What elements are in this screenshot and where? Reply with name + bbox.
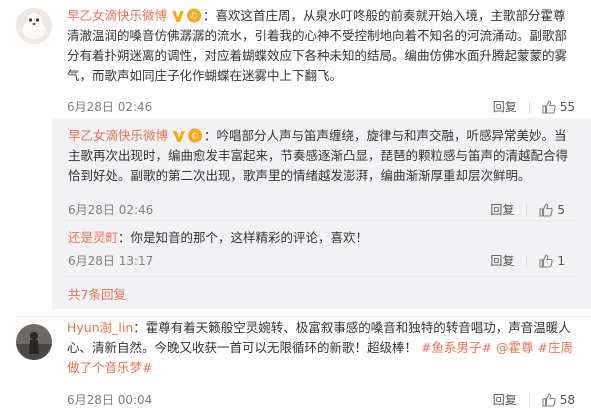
reply-time: 6月28日 02:46 [68, 203, 154, 217]
username-link[interactable]: Hyun澍_lin [67, 320, 133, 335]
like-button[interactable]: 55 [542, 100, 575, 114]
comment-text: Hyun澍_lin：霍尊有着天籁般空灵婉转、极富叙事感的嗓音和独特的转音唱功，声… [67, 318, 577, 378]
comment-divider [16, 316, 591, 317]
username-link[interactable]: 早乙女滴快乐微博 [67, 8, 167, 23]
comment-actions: 回复 58 [493, 391, 575, 408]
reply-body: ：你是知音的那个，这样精彩的评论，喜欢！ [118, 230, 369, 245]
avatar[interactable] [16, 324, 52, 360]
like-button[interactable]: 5 [539, 203, 565, 217]
reply-time: 6月28日 13:17 [68, 254, 154, 268]
reply-button[interactable]: 回复 [490, 252, 514, 269]
action-divider [526, 254, 528, 267]
like-count: 55 [559, 99, 575, 114]
like-count: 5 [557, 202, 565, 217]
thumbs-up-icon [542, 393, 556, 407]
thumbs-up-icon [542, 100, 556, 114]
reply-item: 早乙女滴快乐微博 © ：吟唱部分人声与笛声缠绕，旋律与和声交融，听感异常美妙。当… [0, 118, 591, 218]
reply-button[interactable]: 回复 [493, 98, 517, 115]
hashtag-link[interactable]: #鱼系男子# [421, 340, 492, 355]
reply-button[interactable]: 回复 [493, 391, 517, 408]
avatar-image [16, 324, 52, 360]
like-count: 58 [559, 392, 575, 407]
like-button[interactable]: 58 [542, 393, 575, 407]
comment-time: 6月28日 02:46 [67, 100, 153, 114]
reply-divider [64, 276, 579, 277]
action-divider [528, 100, 530, 113]
comment-item: Hyun澍_lin：霍尊有着天籁般空灵婉转、极富叙事感的嗓音和独特的转音唱功，声… [0, 318, 591, 418]
like-count: 1 [557, 253, 565, 268]
more-replies-link[interactable]: 共7条回复 [68, 284, 126, 303]
action-divider [526, 203, 528, 216]
vip-badge-icon: © [172, 8, 201, 23]
mention-link[interactable]: @霍尊 [496, 340, 534, 355]
comment-text: 早乙女滴快乐微博 © ：喜欢这首庄周，从泉水叮咚般的前奏就开始入境，主歌部分霍尊… [67, 6, 577, 86]
reply-actions: 回复 5 [490, 201, 565, 218]
reply-text: 早乙女滴快乐微博 © ：吟唱部分人声与笛声缠绕，旋律与和声交融，听感异常美妙。当… [68, 126, 572, 186]
comment-time: 6月28日 00:04 [67, 393, 153, 407]
svg-text:©: © [191, 132, 200, 142]
thumbs-up-icon [539, 203, 554, 217]
avatar[interactable] [16, 8, 52, 44]
reply-text: 还是灵町：你是知音的那个，这样精彩的评论，喜欢！ [68, 228, 572, 248]
action-divider [528, 393, 530, 406]
avatar-image [16, 8, 52, 44]
reply-actions: 回复 1 [490, 252, 565, 269]
svg-text:©: © [190, 12, 199, 22]
username-link[interactable]: 早乙女滴快乐微博 [68, 128, 168, 143]
username-link[interactable]: 还是灵町 [68, 230, 118, 245]
reply-button[interactable]: 回复 [490, 201, 514, 218]
reply-item: 还是灵町：你是知音的那个，这样精彩的评论，喜欢！ 6月28日 13:17 回复 … [0, 222, 591, 270]
vip-badge-icon: © [173, 128, 202, 143]
thumbs-up-icon [539, 254, 554, 268]
comment-actions: 回复 55 [493, 98, 575, 115]
reply-divider [64, 220, 579, 221]
comment-item: 早乙女滴快乐微博 © ：喜欢这首庄周，从泉水叮咚般的前奏就开始入境，主歌部分霍尊… [0, 0, 591, 118]
like-button[interactable]: 1 [539, 254, 565, 268]
